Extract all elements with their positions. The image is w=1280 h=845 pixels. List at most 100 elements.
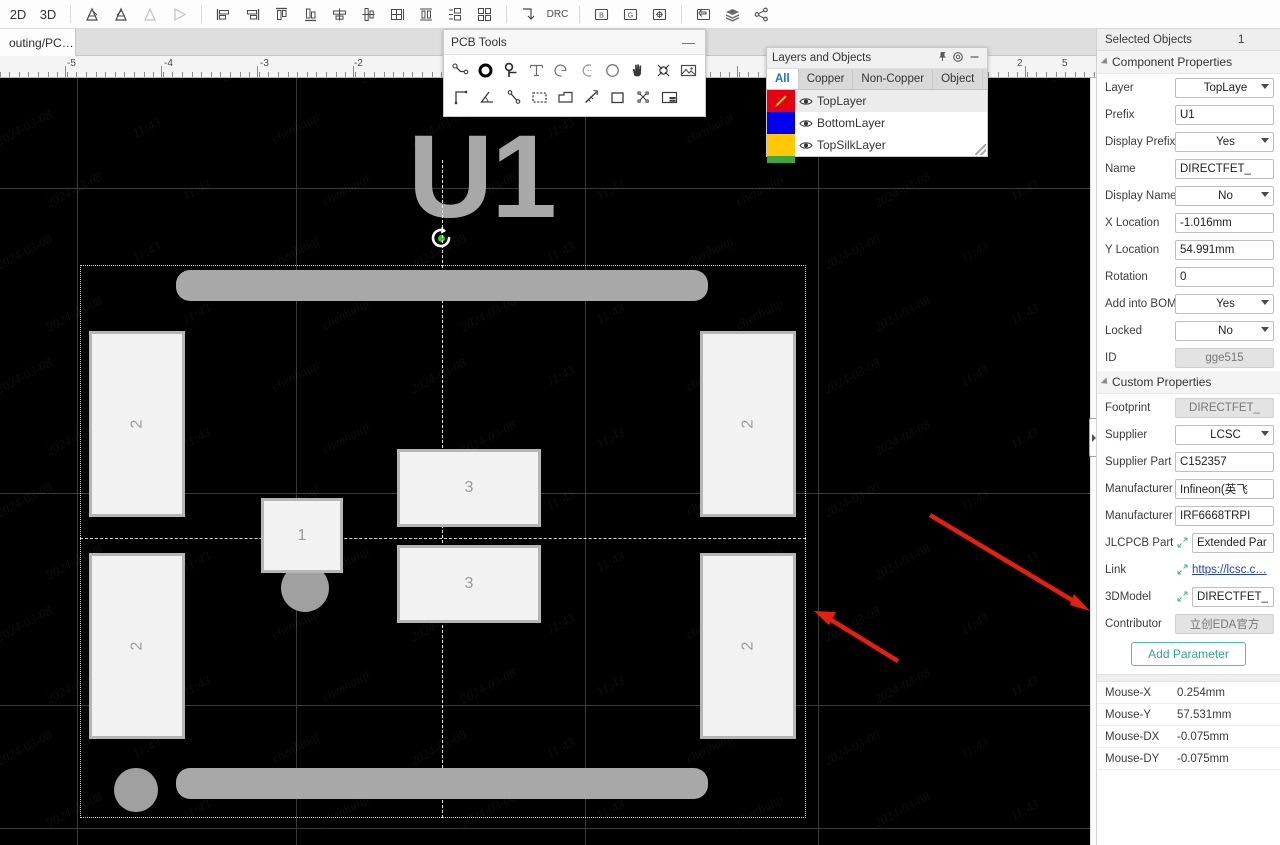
layers-tab-all[interactable]: All xyxy=(767,69,799,89)
layer-color-swatch[interactable] xyxy=(767,90,795,112)
prefix-input[interactable] xyxy=(1175,104,1274,125)
angle-icon[interactable] xyxy=(474,84,500,111)
view-3d-button[interactable]: 3D xyxy=(33,0,63,29)
gear-icon[interactable] xyxy=(950,51,966,66)
align-center-vertical-icon[interactable] xyxy=(354,0,383,29)
pad-2-bottom-left[interactable]: 2 xyxy=(89,553,185,739)
pad-bar-top[interactable] xyxy=(176,270,708,301)
y-location-input[interactable] xyxy=(1175,239,1274,260)
supplier-part-input[interactable] xyxy=(1175,451,1274,472)
pcb-canvas[interactable]: 2024-03-08 11:43 chenhaiqi 2024-03-08 11:43 c… xyxy=(0,78,1090,845)
image-icon[interactable] xyxy=(676,57,701,84)
route-icon[interactable] xyxy=(514,0,543,29)
dimension-icon[interactable] xyxy=(500,84,526,111)
minimize-icon[interactable]: — xyxy=(679,35,698,50)
watermark-text: 11:43 xyxy=(957,486,991,514)
hand-icon[interactable] xyxy=(625,57,650,84)
share-icon[interactable] xyxy=(747,0,776,29)
pcb-tools-titlebar[interactable]: PCB Tools — xyxy=(444,30,705,55)
polyline-icon[interactable] xyxy=(448,84,474,111)
eye-icon[interactable] xyxy=(795,118,817,129)
flip-vertical-icon[interactable] xyxy=(107,0,136,29)
layers-tab-non-copper[interactable]: Non-Copper xyxy=(853,69,934,89)
grid-icon[interactable] xyxy=(383,0,412,29)
layer-row-bottomlayer[interactable]: BottomLayer xyxy=(767,112,987,134)
layout-icon[interactable] xyxy=(656,84,682,111)
distribute-vertical-icon[interactable] xyxy=(441,0,470,29)
pad-3-upper[interactable]: 3 xyxy=(397,449,541,527)
align-bottom-icon[interactable] xyxy=(296,0,325,29)
3dmodel-input[interactable] xyxy=(1192,586,1274,607)
link-hyperlink[interactable]: https://lcsc.c… xyxy=(1192,564,1274,576)
eye-icon[interactable] xyxy=(795,96,817,107)
resize-grip-icon[interactable] xyxy=(975,144,986,155)
measure-icon[interactable] xyxy=(578,84,604,111)
external-link-icon[interactable] xyxy=(1175,537,1190,548)
manufacturer-part-input[interactable] xyxy=(1175,505,1274,526)
distribute-horizontal-icon[interactable] xyxy=(412,0,441,29)
minimize-icon[interactable] xyxy=(966,51,982,65)
rectangle-icon[interactable] xyxy=(604,84,630,111)
layer-row-toplayer[interactable]: TopLayer xyxy=(767,90,987,112)
tab-routing-pcb[interactable]: outing/PC… xyxy=(0,29,76,56)
layers-stack-icon[interactable] xyxy=(718,0,747,29)
eye-icon[interactable] xyxy=(795,140,817,151)
import-folder-icon[interactable] xyxy=(689,0,718,29)
external-link-icon[interactable] xyxy=(1175,591,1190,602)
pin-icon[interactable] xyxy=(934,51,950,65)
layer-color-swatch[interactable] xyxy=(767,134,795,156)
external-link-icon[interactable] xyxy=(1175,564,1190,575)
manufacturer-input[interactable] xyxy=(1175,478,1274,499)
select-region-icon[interactable] xyxy=(526,84,552,111)
pad-circle-bottom-left[interactable] xyxy=(114,768,158,812)
pad-bar-bottom[interactable] xyxy=(176,768,708,799)
name-input[interactable] xyxy=(1175,158,1274,179)
rotate-handle-icon[interactable] xyxy=(424,221,458,255)
pad-2-bottom-right[interactable]: 2 xyxy=(700,553,796,739)
arrange-icon[interactable] xyxy=(470,0,499,29)
add-parameter-button[interactable]: Add Parameter xyxy=(1131,642,1246,666)
flip-horizontal-icon[interactable] xyxy=(78,0,107,29)
align-center-horizontal-icon[interactable] xyxy=(325,0,354,29)
pad-2-top-left[interactable]: 2 xyxy=(89,331,185,517)
layers-tab-object[interactable]: Object xyxy=(933,69,984,89)
add-into-bom-select[interactable]: Yes xyxy=(1175,293,1274,314)
pad-3-lower[interactable]: 3 xyxy=(397,545,541,623)
board-target-icon[interactable] xyxy=(645,0,674,29)
circle-icon[interactable] xyxy=(600,57,625,84)
jlcpcb-part-input[interactable] xyxy=(1192,532,1274,553)
layer-color-swatch[interactable] xyxy=(767,112,795,134)
board-b-icon[interactable]: B xyxy=(587,0,616,29)
view-2d-button[interactable]: 2D xyxy=(3,0,33,29)
hole-icon[interactable] xyxy=(650,57,675,84)
align-top-icon[interactable] xyxy=(267,0,296,29)
align-left-icon[interactable] xyxy=(209,0,238,29)
layers-panel-titlebar[interactable]: Layers and Objects xyxy=(767,48,987,69)
locked-select[interactable]: No xyxy=(1175,320,1274,341)
supplier-select[interactable]: LCSC xyxy=(1175,424,1274,445)
rotation-input[interactable] xyxy=(1175,266,1274,287)
watermark-text: 11:43 xyxy=(1007,672,1041,700)
layer-select[interactable]: TopLaye xyxy=(1175,77,1274,98)
via-icon[interactable] xyxy=(499,57,524,84)
arc-2point-icon[interactable] xyxy=(574,57,599,84)
custom-properties-header[interactable]: Custom Properties xyxy=(1097,371,1280,394)
track-icon[interactable] xyxy=(448,57,473,84)
copper-area-icon[interactable] xyxy=(552,84,578,111)
arc-3point-icon[interactable] xyxy=(549,57,574,84)
pad-2-top-right[interactable]: 2 xyxy=(700,331,796,517)
silk-designator-u1[interactable]: U1 xyxy=(408,118,557,236)
panelize-icon[interactable] xyxy=(630,84,656,111)
component-properties-header[interactable]: Component Properties xyxy=(1097,51,1280,74)
drc-label[interactable]: DRC xyxy=(543,0,572,29)
text-icon[interactable] xyxy=(524,57,549,84)
board-g-icon[interactable]: G xyxy=(616,0,645,29)
layers-tab-copper[interactable]: Copper xyxy=(799,69,854,89)
layer-row-topsilklayer[interactable]: TopSilkLayer xyxy=(767,134,987,156)
pad-1-center[interactable]: 1 xyxy=(261,498,343,573)
align-right-icon[interactable] xyxy=(238,0,267,29)
pad-circle-icon[interactable] xyxy=(473,57,498,84)
x-location-input[interactable] xyxy=(1175,212,1274,233)
display-name-select[interactable]: No xyxy=(1175,185,1274,206)
display-prefix-select[interactable]: Yes xyxy=(1175,131,1274,152)
